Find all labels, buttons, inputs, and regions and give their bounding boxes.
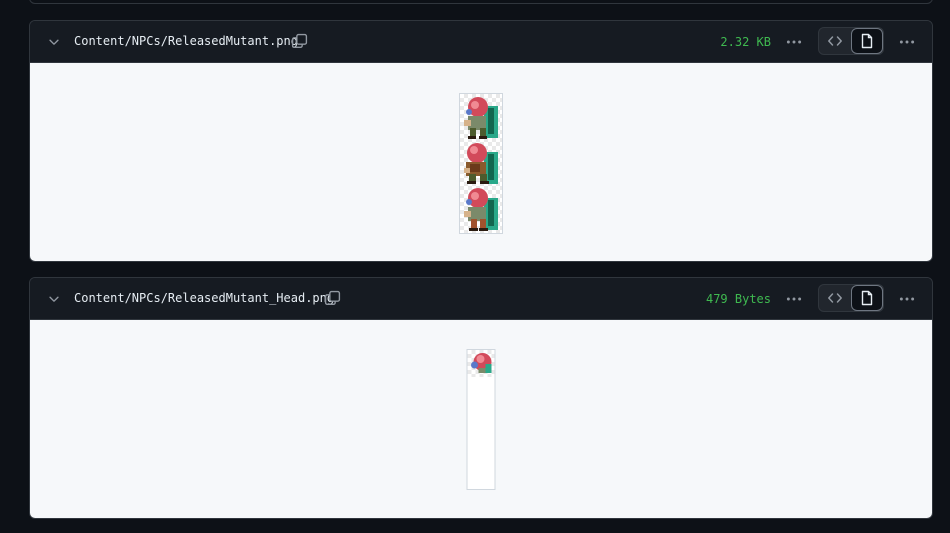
image-preview-area [30, 63, 932, 261]
code-view-button[interactable] [819, 28, 851, 54]
head-image-checker [467, 350, 495, 377]
file-path[interactable]: Content/NPCs/ReleasedMutant.png [74, 34, 298, 48]
kebab-horizontal-icon[interactable] [898, 33, 916, 51]
file-diff-releasedmutant: Content/NPCs/ReleasedMutant.png 2.32 KB [29, 20, 933, 262]
kebab-horizontal-icon[interactable] [898, 290, 916, 308]
view-toggle [818, 27, 884, 55]
file-view-button[interactable] [850, 28, 883, 54]
file-path[interactable]: Content/NPCs/ReleasedMutant_Head.png [74, 291, 334, 305]
view-toggle [818, 284, 884, 312]
file-icon [861, 33, 873, 49]
file-size: 479 Bytes [705, 292, 771, 306]
image-preview-area [30, 320, 932, 518]
kebab-horizontal-icon[interactable] [785, 33, 803, 51]
code-view-button[interactable] [819, 285, 851, 311]
chevron-down-icon[interactable] [47, 292, 61, 306]
kebab-horizontal-icon[interactable] [785, 290, 803, 308]
code-icon [828, 36, 842, 46]
file-view-button[interactable] [850, 285, 883, 311]
copy-icon[interactable] [291, 33, 308, 50]
copy-icon[interactable] [324, 290, 341, 307]
file-diff-releasedmutant-head: Content/NPCs/ReleasedMutant_Head.png 479… [29, 277, 933, 519]
file-size: 2.32 KB [720, 35, 771, 49]
head-image [466, 349, 496, 490]
file-header: Content/NPCs/ReleasedMutant_Head.png 479… [30, 278, 932, 320]
file-icon [861, 290, 873, 306]
chevron-down-icon[interactable] [47, 35, 61, 49]
code-icon [828, 293, 842, 303]
sprite-image [459, 93, 503, 234]
file-header: Content/NPCs/ReleasedMutant.png 2.32 KB [30, 21, 932, 63]
previous-file-edge [29, 0, 933, 4]
